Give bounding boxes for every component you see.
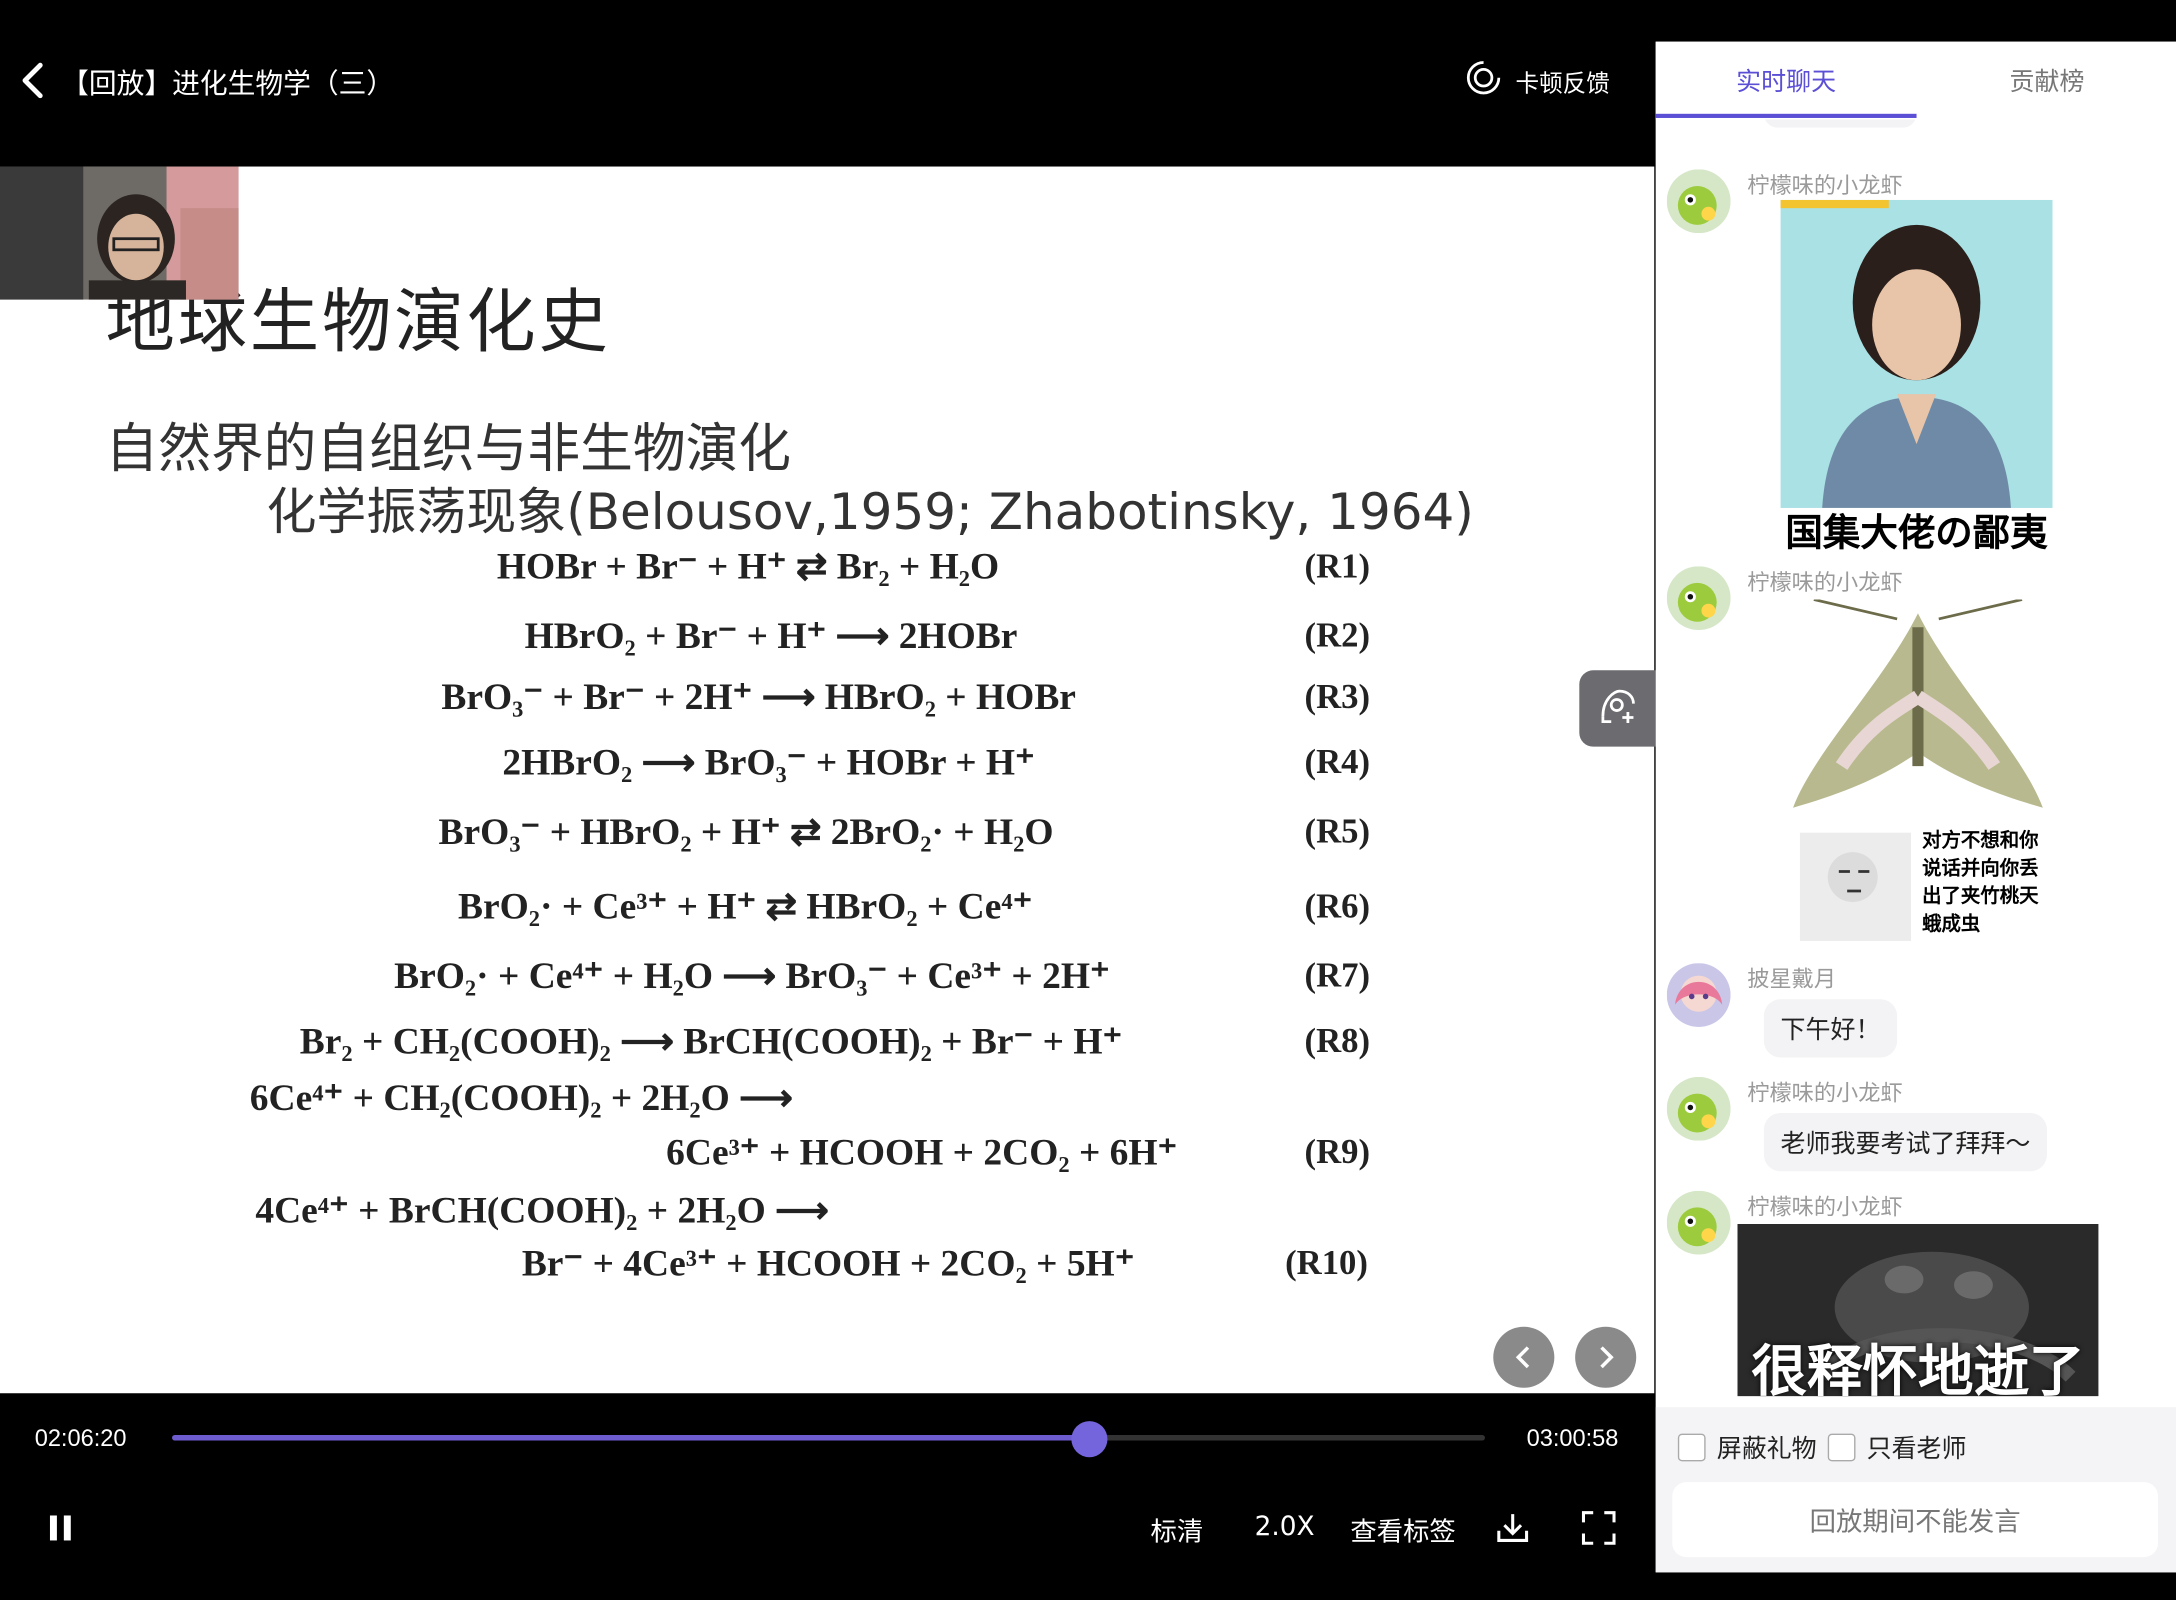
reaction-equation: 4Ce⁴⁺ + BrCH(COOH)₂ + 2H₂O ⟶ — [255, 1189, 829, 1231]
pause-button[interactable] — [47, 1513, 75, 1549]
side-panel: 实时聊天 贡献榜 柠檬味的小龙虾 国集大佬の鄙夷 柠檬味的小龙虾 对方不想和你 … — [1655, 0, 2176, 1600]
fullscreen-icon — [1581, 1511, 1616, 1545]
chat-input-disabled: 回放期间不能发言 — [1672, 1482, 2159, 1558]
avatar[interactable] — [1666, 1190, 1731, 1255]
tab-live-chat[interactable]: 实时聊天 — [1736, 62, 1836, 98]
reaction-label: (R4) — [1304, 743, 1371, 782]
checkbox-label: 只看老师 — [1866, 1434, 1967, 1465]
sticker-caption-line: 出了夹竹桃天 — [1922, 884, 2039, 907]
lag-feedback-button[interactable]: 卡顿反馈 — [1466, 59, 1610, 102]
reaction-equation: 6Ce⁴⁺ + CH₂(COOH)₂ + 2H₂O ⟶ — [249, 1076, 793, 1119]
download-button[interactable] — [1495, 1510, 1531, 1552]
previous-message-fragment — [1763, 119, 1917, 128]
video-player: 【回放】进化生物学（三） 卡顿反馈 地球生物演化史 自然界的自组织与非生物演化 … — [0, 0, 1656, 1600]
teacher-only-checkbox[interactable]: 只看老师 — [1827, 1429, 1967, 1465]
reaction-label: (R1) — [1304, 548, 1371, 586]
reaction-equation: BrO₃⁻ + HBrO₂ + H⁺ ⇄ 2BrO₂· + H₂O — [438, 810, 1054, 853]
sticker-caption-line: 说话并向你丢 — [1922, 856, 2038, 879]
speed-button[interactable]: 2.0X — [1255, 1511, 1315, 1542]
sticker-caption-line: 蛾成虫 — [1922, 912, 1981, 935]
quality-button[interactable]: 标清 — [1150, 1511, 1203, 1548]
reaction-label: (R8) — [1304, 1022, 1371, 1061]
chat-username: 柠檬味的小龙虾 — [1747, 1079, 1903, 1107]
reaction-equation: Br⁻ + 4Ce³⁺ + HCOOH + 2CO₂ + 5H⁺ — [521, 1242, 1135, 1284]
reaction-equation: 2HBrO₂ ⟶ BrO₃⁻ + HOBr + H⁺ — [502, 741, 1035, 783]
sticker-image[interactable]: 国集大佬の鄙夷 — [1780, 199, 2053, 555]
playback-controls: 02:06:20 03:00:58 标清 2.0X 查看标签 — [0, 1393, 1656, 1600]
chevron-right-icon — [1600, 1346, 1614, 1369]
avatar[interactable] — [1666, 169, 1731, 234]
reaction-equation: BrO₃⁻ + Br⁻ + 2H⁺ ⟶ HBrO₂ + HOBr — [441, 675, 1076, 718]
checkbox-box — [1677, 1433, 1706, 1462]
chat-footer: 屏蔽礼物 只看老师 回放期间不能发言 — [1655, 1407, 2176, 1573]
feedback-icon — [1466, 59, 1502, 102]
reaction-label: (R6) — [1304, 888, 1371, 926]
reaction-equation: BrO₂· + Ce⁴⁺ + H₂O ⟶ BrO₃⁻ + Ce³⁺ + 2H⁺ — [394, 954, 1110, 997]
chat-username: 披星戴月 — [1747, 965, 1837, 993]
reaction-equation: BrO₂· + Ce³⁺ + H⁺ ⇄ HBrO₂ + Ce⁴⁺ — [457, 885, 1033, 928]
reaction-equation: 6Ce³⁺ + HCOOH + 2CO₂ + 6H⁺ — [666, 1131, 1178, 1173]
sticker-image[interactable]: 很释怀地逝了 — [1737, 1224, 2099, 1397]
chat-message-text: 老师我要考试了拜拜～ — [1763, 1113, 2048, 1172]
video-title: 【回放】进化生物学（三） — [61, 66, 395, 100]
active-tab-indicator — [1655, 113, 1917, 118]
reaction-label: (R2) — [1304, 617, 1371, 656]
next-slide-button[interactable] — [1575, 1326, 1637, 1388]
chat-username: 柠檬味的小龙虾 — [1747, 568, 1903, 596]
checkbox-label: 屏蔽礼物 — [1716, 1434, 1817, 1465]
avatar[interactable] — [1666, 963, 1731, 1027]
fullscreen-button[interactable] — [1581, 1510, 1617, 1552]
chevron-left-icon — [1515, 1346, 1530, 1369]
total-time: 03:00:58 — [1526, 1425, 1619, 1452]
add-annotation-button[interactable] — [1579, 670, 1656, 747]
current-time: 02:06:20 — [34, 1425, 127, 1452]
download-icon — [1497, 1514, 1529, 1542]
slide-content: 地球生物演化史 自然界的自组织与非生物演化 化学振荡现象(Belousov,19… — [0, 166, 1655, 1394]
progress-fill — [172, 1434, 1090, 1441]
sticker-caption: 国集大佬の鄙夷 — [1785, 512, 2048, 556]
sticker-caption-line: 对方不想和你 — [1922, 829, 2039, 852]
bookmarks-button[interactable]: 查看标签 — [1350, 1511, 1455, 1548]
progress-handle[interactable] — [1071, 1421, 1108, 1458]
chat-message-text: 下午好！ — [1763, 999, 1898, 1058]
reaction-label: (R9) — [1304, 1133, 1371, 1172]
tab-contribution-rank[interactable]: 贡献榜 — [2010, 62, 2085, 98]
reaction-equation: Br₂ + CH₂(COOH)₂ ⟶ BrCH(COOH)₂ + Br⁻ + H… — [299, 1020, 1123, 1062]
reaction-label: (R10) — [1285, 1244, 1368, 1283]
reaction-equation: HBrO₂ + Br⁻ + H⁺ ⟶ 2HOBr — [524, 614, 1018, 657]
chat-username: 柠檬味的小龙虾 — [1747, 172, 1903, 199]
reaction-equation: HOBr + Br⁻ + H⁺ ⇄ Br₂ + H₂O — [496, 545, 1000, 588]
reaction-label: (R5) — [1304, 813, 1371, 851]
back-icon[interactable] — [17, 58, 50, 102]
reaction-label: (R3) — [1304, 678, 1371, 717]
sticker-caption: 很释怀地逝了 — [1751, 1340, 2085, 1397]
teacher-camera[interactable] — [0, 166, 239, 300]
chat-username: 柠檬味的小龙虾 — [1747, 1193, 1903, 1220]
avatar[interactable] — [1666, 1076, 1731, 1141]
feedback-label: 卡顿反馈 — [1515, 70, 1610, 98]
reaction-label: (R7) — [1304, 957, 1371, 996]
add-person-icon — [1597, 685, 1639, 732]
slide-subtitle-citation: 化学振荡现象(Belousov,1959; Zhabotinsky, 1964) — [266, 484, 1474, 542]
avatar[interactable] — [1666, 566, 1731, 631]
sticker-image[interactable]: 对方不想和你 说话并向你丢 出了夹竹桃天 蛾成虫 — [1786, 598, 2050, 947]
chat-list[interactable]: 柠檬味的小龙虾 国集大佬の鄙夷 柠檬味的小龙虾 对方不想和你 说话并向你丢 出了… — [1656, 119, 2176, 1407]
slide-subtitle: 自然界的自组织与非生物演化 — [105, 417, 792, 479]
disabled-input-text: 回放期间不能发言 — [1809, 1506, 2021, 1537]
panel-tabs: 实时聊天 贡献榜 — [1655, 41, 2176, 120]
checkbox-box — [1827, 1433, 1856, 1462]
top-bar: 【回放】进化生物学（三） 卡顿反馈 — [0, 0, 1656, 164]
pause-icon — [49, 1515, 71, 1541]
block-gifts-checkbox[interactable]: 屏蔽礼物 — [1677, 1429, 1817, 1465]
prev-slide-button[interactable] — [1493, 1326, 1555, 1388]
